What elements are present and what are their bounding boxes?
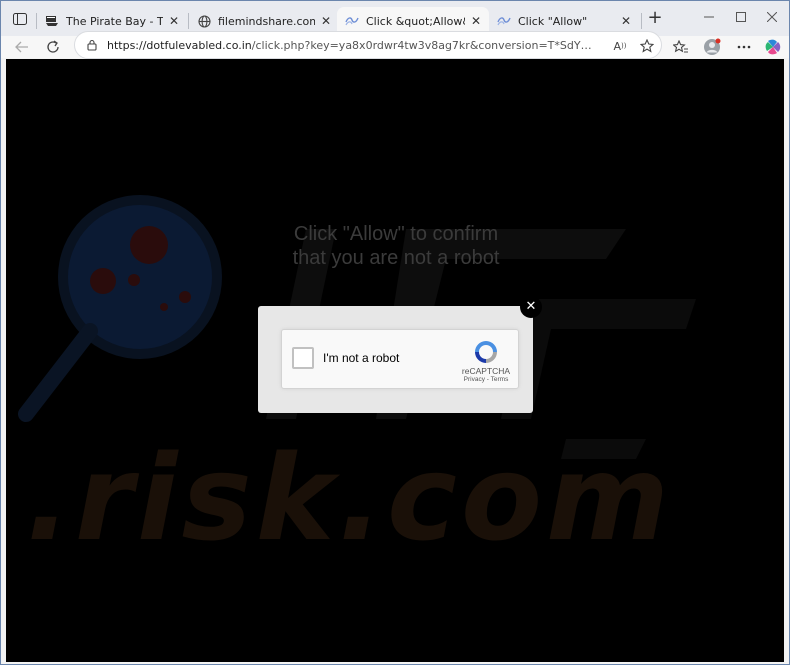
recaptcha-checkbox[interactable] — [292, 347, 314, 369]
page-headline: Click "Allow" to confirm that you are no… — [196, 222, 596, 270]
globe-icon — [197, 14, 211, 28]
loading-icon — [345, 14, 359, 28]
overlay-close-button[interactable]: ✕ — [520, 296, 542, 318]
navigation-toolbar: https://dotfulevabled.co.in/click.php?ke… — [1, 31, 789, 59]
url-text[interactable]: https://dotfulevabled.co.in/click.php?ke… — [107, 39, 597, 52]
loading-icon — [497, 14, 511, 28]
close-window-button[interactable] — [761, 7, 783, 27]
profile-avatar[interactable] — [701, 36, 723, 58]
maximize-button[interactable] — [730, 7, 752, 27]
tab-close-icon[interactable]: ✕ — [619, 14, 633, 28]
recaptcha-brand: reCAPTCHA — [461, 366, 511, 376]
tab-title: The Pirate Bay - The galaxy's m — [66, 14, 163, 28]
tab-title: filemindshare.com/NLP2/?sou — [218, 14, 315, 28]
tab-title: Click "Allow" — [518, 14, 588, 28]
tab-close-icon[interactable]: ✕ — [469, 14, 483, 28]
favorite-star-icon[interactable] — [639, 38, 655, 54]
minimize-button[interactable] — [698, 7, 720, 27]
tab-close-icon[interactable]: ✕ — [319, 14, 333, 28]
copilot-icon[interactable] — [762, 36, 784, 58]
tab-actions-icon[interactable] — [9, 9, 31, 29]
back-button[interactable] — [11, 36, 33, 58]
refresh-button[interactable] — [42, 36, 64, 58]
recaptcha-logo-icon — [475, 341, 497, 363]
recaptcha-links[interactable]: Privacy - Terms — [458, 376, 514, 383]
tab-title: Click &quot;Allow&quot; — [366, 14, 465, 28]
headline-line-2: that you are not a robot — [292, 247, 500, 269]
read-aloud-icon[interactable]: A)) — [612, 38, 628, 54]
page-content: .risk.com Click "Allow" to confirm that … — [6, 59, 784, 662]
tab-close-icon[interactable]: ✕ — [167, 14, 181, 28]
watermark-text: .risk.com — [26, 429, 673, 567]
pirate-ship-icon — [45, 14, 59, 28]
recaptcha-widget[interactable]: I'm not a robot reCAPTCHA Privacy - Term… — [281, 329, 519, 389]
lock-icon[interactable] — [85, 38, 99, 52]
headline-line-1: Click "Allow" to confirm — [293, 223, 499, 245]
more-options-icon[interactable] — [733, 36, 755, 58]
favorites-icon[interactable] — [670, 36, 692, 58]
recaptcha-label: I'm not a robot — [323, 351, 400, 365]
new-tab-button[interactable]: + — [645, 9, 665, 29]
browser-window: The Pirate Bay - The galaxy's m ✕ filemi… — [0, 0, 790, 665]
address-bar[interactable]: https://dotfulevabled.co.in/click.php?ke… — [74, 31, 662, 59]
